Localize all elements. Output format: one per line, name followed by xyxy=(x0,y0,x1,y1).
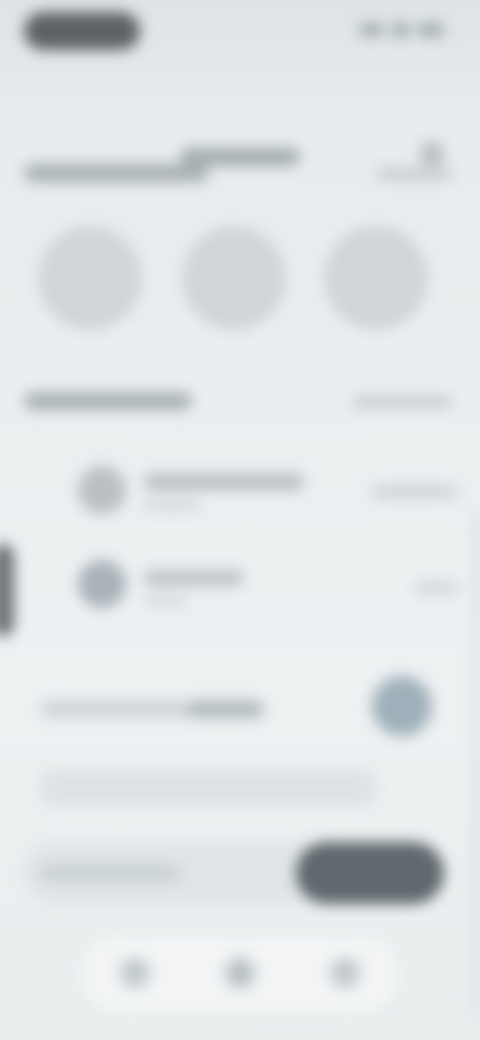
card-action-button[interactable] xyxy=(372,676,432,736)
profile-tab-icon[interactable] xyxy=(330,958,360,988)
scrollbar-track[interactable] xyxy=(474,512,480,1012)
section-title-list xyxy=(24,392,192,410)
list-item-subtitle xyxy=(144,596,188,606)
card-title-highlight xyxy=(186,700,264,718)
battery-icon xyxy=(417,24,444,36)
blurred-app-screen xyxy=(0,0,480,1040)
list-item-title xyxy=(144,570,244,586)
avatar xyxy=(78,560,126,608)
status-bar xyxy=(0,0,480,64)
list-item-subtitle xyxy=(144,500,200,510)
summary-label xyxy=(40,866,180,880)
top-app-bar xyxy=(0,64,480,166)
wifi-icon xyxy=(390,24,410,36)
side-drawer-handle[interactable] xyxy=(0,544,14,636)
card-title xyxy=(40,700,190,718)
list-item-title xyxy=(144,474,304,490)
time-pill xyxy=(24,12,140,50)
more-icon[interactable] xyxy=(420,142,444,166)
signal-icon xyxy=(360,24,383,36)
section-title-top xyxy=(24,164,208,182)
avatar-circle-2[interactable] xyxy=(182,226,286,330)
center-tab-icon[interactable] xyxy=(225,958,255,988)
list-item-meta xyxy=(372,486,458,498)
card-progress-strip xyxy=(40,770,376,806)
status-icons xyxy=(360,24,444,38)
avatar-circle-1[interactable] xyxy=(38,226,142,330)
list-item-meta xyxy=(414,582,458,594)
home-tab-icon[interactable] xyxy=(120,958,150,988)
primary-button[interactable] xyxy=(296,842,444,904)
section-link-list[interactable] xyxy=(352,396,452,408)
avatar-circle-3[interactable] xyxy=(324,226,428,330)
section-link-top[interactable] xyxy=(376,168,452,180)
avatar xyxy=(78,466,126,514)
